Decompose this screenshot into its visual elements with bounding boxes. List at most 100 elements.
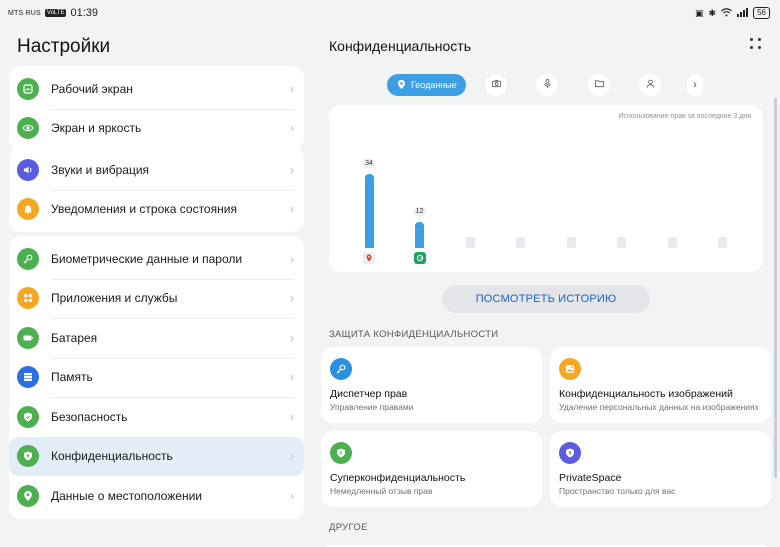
volte-badge: VoLTE [44,9,67,17]
settings-item-label: Звуки и вибрация [51,162,150,177]
chevron-right-icon: › [290,291,294,305]
empty-bar [465,237,475,248]
clock: 01:39 [70,7,99,19]
settings-item-label: Данные о местоположении [51,488,202,503]
shield-check-icon [17,405,39,428]
empty-bar [516,237,525,248]
card-title: Суперконфиденциальность [330,472,466,484]
settings-item[interactable]: Батарея › [9,318,304,357]
chevron-right-icon: › [290,162,294,177]
panel-title: Конфиденциальность [329,38,472,54]
settings-group: Биометрические данные и пароли › Приложени… [9,236,304,519]
privacy-feature-card[interactable]: Диспетчер прав Управление правами [321,347,542,423]
settings-item-label: Рабочий экран [51,81,133,96]
chevron-right-icon: › [290,488,294,503]
home-screen-icon [17,77,39,100]
settings-item[interactable]: Память › [9,358,304,397]
card-subtitle: Немедленный отзыв прав [330,486,433,496]
private-space-icon [559,442,581,464]
status-bar: MTS RUS VoLTE 01:39 ▣ ✱ 56 [0,0,780,26]
apps-grid-icon [17,287,39,309]
eye-icon [17,117,39,139]
settings-item-label: Биометрические данные и пароли [51,251,243,266]
location-pin-icon [396,79,407,92]
chevron-right-icon: › [290,251,294,266]
tab-microphone[interactable] [536,74,558,96]
chart-note: Использование прав за последние 3 дня [618,113,751,120]
app-icon [363,252,375,264]
empty-bar [617,237,626,248]
settings-item[interactable]: Биометрические данные и пароли › [9,239,304,278]
privacy-feature-card[interactable]: Суперконфиденциальность Немедленный отзыв… [321,431,542,507]
app-icon [413,252,426,264]
settings-item[interactable]: Данные о местоположении › [9,476,304,515]
settings-item[interactable]: Экран и яркость › [9,109,304,148]
folder-icon [594,76,605,94]
nfc-icon: ▣ [695,7,704,18]
battery-indicator: 56 [753,7,770,19]
signal-icon [737,7,749,19]
carrier-name: MTS RUS [8,9,41,17]
card-title: PrivateSpace [559,472,622,484]
settings-item[interactable]: Уведомления и строка состояния › [9,190,304,229]
privacy-shield-icon [17,445,39,467]
section-privacy-protection: ЗАЩИТА КОНФИДЕНЦИАЛЬНОСТИ [329,329,499,340]
chevron-right-icon: › [290,81,294,96]
key-icon [17,247,39,270]
settings-item[interactable]: Звуки и вибрация › [9,150,304,189]
settings-item-label: Батарея [51,330,98,345]
settings-group: Звуки и вибрация › Уведомления и строка со… [9,147,304,232]
usage-bar[interactable] [364,174,374,248]
tab-camera[interactable] [485,74,507,96]
image-icon [559,358,581,380]
settings-item[interactable]: Рабочий экран › [9,69,304,108]
battery-icon [17,326,39,349]
permission-tabs: Геоданные › [387,74,717,96]
chevron-right-icon: › [693,79,697,91]
shield-icon [330,442,352,464]
settings-item-label: Безопасность [51,409,128,424]
chevron-right-icon: › [290,449,294,463]
settings-sidebar: Настройки Рабочий экран › Экран и яркость ›… [0,26,312,547]
bluetooth-icon: ✱ [708,7,717,18]
tab-location-label: Геоданные [411,80,457,90]
card-subtitle: Удаление персональных данных на изображе… [559,402,759,412]
section-other: ДРУГОЕ [329,522,368,533]
settings-item[interactable]: Приложения и службы › [9,279,304,318]
privacy-feature-card[interactable]: Конфиденциальность изображений Удаление п… [550,347,771,423]
scrollbar[interactable] [774,98,777,478]
bar-value-label: 34 [362,159,376,168]
key-icon [330,358,352,380]
tabs-scroll-right[interactable]: › [687,74,703,96]
speaker-icon [17,158,39,181]
settings-group: Рабочий экран › Экран и яркость › [9,66,304,151]
tab-storage[interactable] [588,74,610,96]
privacy-feature-card[interactable]: PrivateSpace Пространство только для вас [550,431,771,507]
view-history-button[interactable]: ПОСМОТРЕТЬ ИСТОРИЮ [442,285,650,313]
chevron-right-icon: › [290,370,294,384]
card-title: Диспетчер прав [330,388,408,400]
bar-value-label: 12 [412,206,427,216]
settings-item-label: Уведомления и строка состояния [51,202,237,216]
storage-icon [17,366,39,388]
settings-item[interactable]: Конфиденциальность › [9,436,304,476]
settings-item[interactable]: Безопасность › [9,397,304,436]
settings-item-label: Память [51,370,93,384]
empty-bar [667,237,677,248]
card-subtitle: Управление правами [330,402,414,412]
chevron-right-icon: › [290,409,294,424]
tab-contacts[interactable] [639,74,661,96]
empty-bar [718,237,727,248]
privacy-panel: Конфиденциальность Геоданные › Использов… [312,26,780,547]
chevron-right-icon: › [290,121,294,135]
usage-chart-card: Использование прав за последние 3 дня 34… [329,105,763,272]
chevron-right-icon: › [290,202,294,216]
usage-bar[interactable] [415,221,424,248]
settings-item-label: Конфиденциальность [51,449,173,463]
more-options-icon[interactable] [750,38,762,50]
tab-location[interactable]: Геоданные [387,74,466,96]
camera-icon [491,76,502,94]
card-title: Конфиденциальность изображений [559,388,733,400]
location-pin-icon [17,484,39,507]
bell-icon [17,198,39,220]
